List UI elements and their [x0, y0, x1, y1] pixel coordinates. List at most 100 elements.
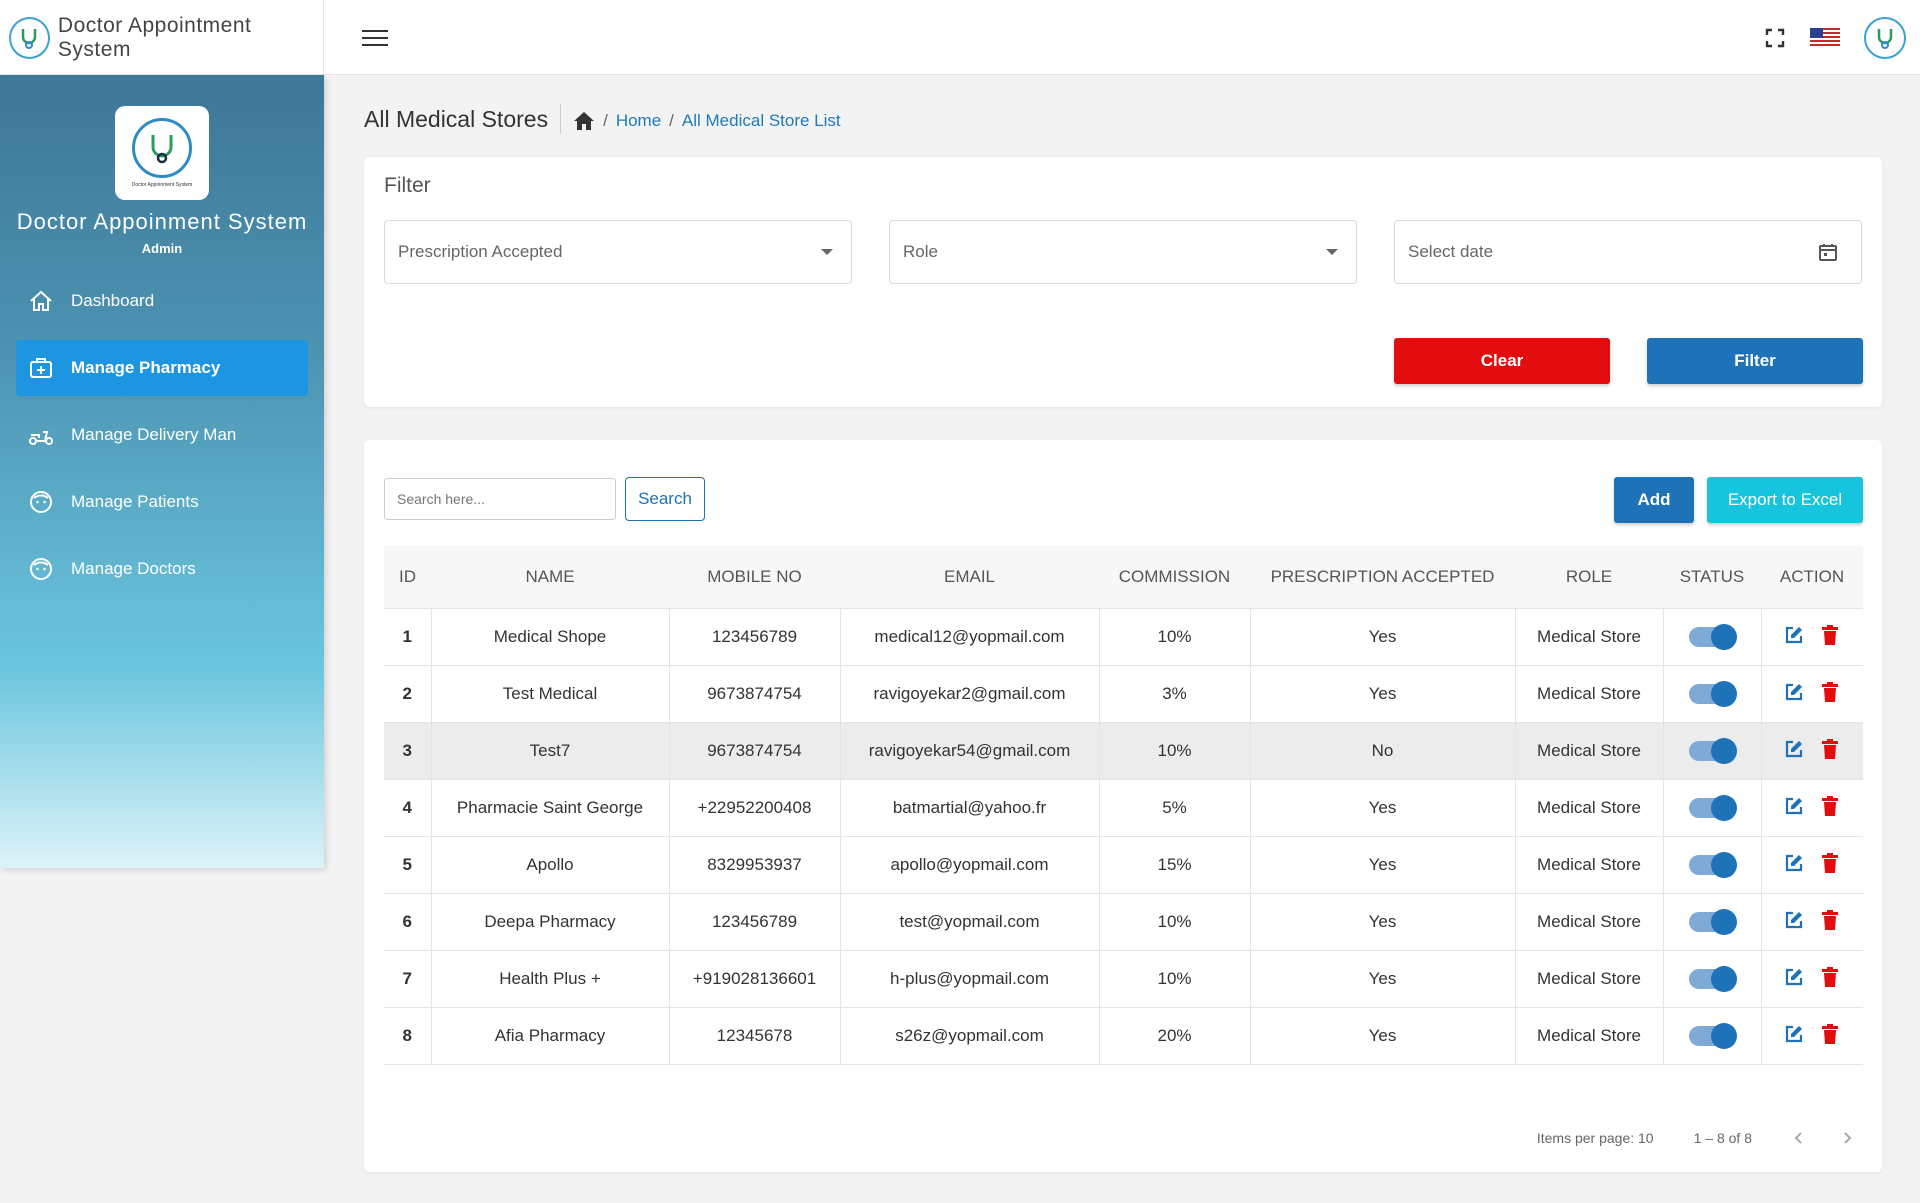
home-icon[interactable] — [573, 111, 595, 131]
column-header-name[interactable]: NAME — [431, 546, 669, 609]
search-button[interactable]: Search — [625, 477, 705, 521]
row-name: Pharmacie Saint George — [431, 779, 670, 837]
row-commission: 10% — [1099, 608, 1251, 666]
row-prescription: Yes — [1250, 779, 1516, 837]
breadcrumb-current[interactable]: All Medical Store List — [682, 111, 841, 131]
page-range: 1 – 8 of 8 — [1693, 1130, 1752, 1146]
app-title: Doctor Appointment System — [57, 13, 252, 61]
delete-icon[interactable] — [1819, 624, 1841, 646]
row-role: Medical Store — [1515, 893, 1664, 951]
column-header-status: STATUS — [1663, 546, 1761, 609]
row-commission: 10% — [1099, 950, 1251, 1008]
delete-icon[interactable] — [1819, 1023, 1841, 1045]
column-header-id[interactable]: ID — [384, 546, 431, 609]
chevron-right-icon[interactable] — [1840, 1131, 1854, 1145]
status-toggle[interactable] — [1689, 908, 1737, 935]
toggle-knob — [1711, 965, 1737, 992]
prescription-select[interactable]: Prescription Accepted — [384, 220, 852, 284]
date-field[interactable]: Select date — [1394, 220, 1862, 284]
row-commission: 3% — [1099, 665, 1251, 723]
row-id: 7 — [384, 950, 432, 1008]
items-per-page[interactable]: Items per page: 10 — [1537, 1130, 1654, 1146]
edit-icon[interactable] — [1783, 795, 1805, 817]
row-commission: 15% — [1099, 836, 1251, 894]
sidebar-item-dashboard[interactable]: Dashboard — [16, 273, 308, 329]
row-name: Afia Pharmacy — [431, 1007, 670, 1065]
delete-icon[interactable] — [1819, 795, 1841, 817]
delete-icon[interactable] — [1819, 852, 1841, 874]
edit-icon[interactable] — [1783, 966, 1805, 988]
delete-icon[interactable] — [1819, 966, 1841, 988]
delete-icon[interactable] — [1819, 738, 1841, 760]
top-bar: Doctor Appointment System — [0, 0, 1920, 75]
status-toggle[interactable] — [1689, 794, 1737, 821]
chevron-down-icon — [1326, 249, 1338, 255]
user-avatar[interactable] — [1864, 16, 1906, 59]
status-toggle[interactable] — [1689, 737, 1737, 764]
menu-toggle-icon[interactable] — [362, 30, 388, 48]
row-actions — [1761, 608, 1863, 666]
filter-card: Filter Prescription Accepted Role Select… — [364, 157, 1882, 407]
calendar-icon[interactable] — [1819, 243, 1837, 261]
edit-icon[interactable] — [1783, 909, 1805, 931]
search-input[interactable] — [384, 478, 616, 520]
edit-icon[interactable] — [1783, 1023, 1805, 1045]
row-mobile: 9673874754 — [669, 665, 841, 723]
breadcrumb: / Home / All Medical Store List — [573, 111, 841, 131]
sidebar-item-manage-patients[interactable]: Manage Patients — [16, 474, 308, 530]
row-email: h-plus@yopmail.com — [840, 950, 1100, 1008]
edit-icon[interactable] — [1783, 738, 1805, 760]
edit-icon[interactable] — [1783, 852, 1805, 874]
row-status — [1663, 608, 1762, 666]
table-row: 2 Test Medical 9673874754 ravigoyekar2@gmai… — [384, 665, 1863, 723]
role-select[interactable]: Role — [889, 220, 1357, 284]
row-mobile: 12345678 — [669, 1007, 841, 1065]
row-role: Medical Store — [1515, 779, 1664, 837]
toggle-knob — [1711, 851, 1737, 878]
row-mobile: +22952200408 — [669, 779, 841, 837]
row-name: Health Plus + — [431, 950, 670, 1008]
status-toggle[interactable] — [1689, 965, 1737, 992]
sidebar-logo: Doctor Appoinment System — [115, 106, 209, 200]
clear-button[interactable]: Clear — [1394, 338, 1610, 384]
page-title: All Medical Stores — [364, 104, 562, 134]
table-card: Search Add Export to Excel ID NAME MOBIL… — [364, 440, 1882, 1172]
date-field-placeholder: Select date — [1408, 242, 1494, 261]
status-toggle[interactable] — [1689, 1022, 1737, 1049]
row-actions — [1761, 665, 1863, 723]
row-status — [1663, 722, 1762, 780]
breadcrumb-home-link[interactable]: Home — [616, 111, 661, 131]
delete-icon[interactable] — [1819, 909, 1841, 931]
column-header-prescription[interactable]: PRESCRIPTION ACCEPTED — [1250, 546, 1515, 609]
sidebar-item-manage-pharmacy[interactable]: Manage Pharmacy — [16, 340, 308, 396]
column-header-email[interactable]: EMAIL — [840, 546, 1099, 609]
status-toggle[interactable] — [1689, 851, 1737, 878]
fullscreen-icon[interactable] — [1764, 27, 1786, 49]
chevron-left-icon[interactable] — [1792, 1131, 1806, 1145]
row-prescription: Yes — [1250, 665, 1516, 723]
row-actions — [1761, 1007, 1863, 1065]
row-commission: 10% — [1099, 893, 1251, 951]
status-toggle[interactable] — [1689, 680, 1737, 707]
toggle-knob — [1711, 794, 1737, 821]
export-to-excel-button[interactable]: Export to Excel — [1707, 477, 1863, 523]
row-prescription: Yes — [1250, 608, 1516, 666]
sidebar-item-manage-delivery-man[interactable]: Manage Delivery Man — [16, 407, 308, 463]
toggle-knob — [1711, 737, 1737, 764]
row-id: 6 — [384, 893, 432, 951]
column-header-commission[interactable]: COMMISSION — [1099, 546, 1250, 609]
column-header-action: ACTION — [1761, 546, 1863, 609]
filter-button[interactable]: Filter — [1647, 338, 1863, 384]
row-status — [1663, 893, 1762, 951]
row-role: Medical Store — [1515, 665, 1664, 723]
column-header-mobile[interactable]: MOBILE NO — [669, 546, 840, 609]
column-header-role[interactable]: ROLE — [1515, 546, 1663, 609]
us-flag-icon[interactable] — [1810, 27, 1840, 48]
status-toggle[interactable] — [1689, 623, 1737, 650]
sidebar-item-manage-doctors[interactable]: Manage Doctors — [16, 541, 308, 597]
row-email: test@yopmail.com — [840, 893, 1100, 951]
edit-icon[interactable] — [1783, 681, 1805, 703]
add-button[interactable]: Add — [1614, 477, 1694, 523]
edit-icon[interactable] — [1783, 624, 1805, 646]
delete-icon[interactable] — [1819, 681, 1841, 703]
